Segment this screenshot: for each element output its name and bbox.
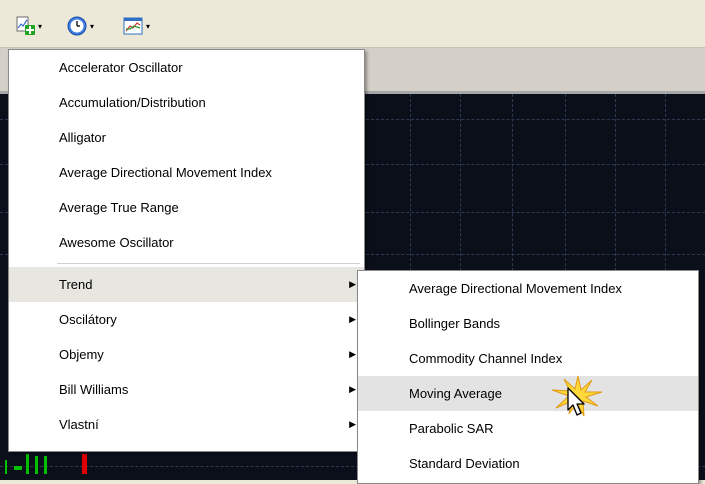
candle (14, 466, 22, 470)
menu-item-label: Accumulation/Distribution (59, 95, 206, 110)
menu-item-label: Accelerator Oscillator (59, 60, 183, 75)
menu-item-bill-williams[interactable]: Bill Williams ▶ (9, 372, 364, 407)
candle (44, 456, 47, 474)
menu-item-volumes[interactable]: Objemy ▶ (9, 337, 364, 372)
menu-item-label: Oscilátory (59, 312, 117, 327)
menu-item-label: Awesome Oscillator (59, 235, 174, 250)
menu-item-label: Parabolic SAR (409, 421, 494, 436)
submenu-item-standard-deviation[interactable]: Standard Deviation (358, 446, 698, 481)
candle (5, 460, 7, 474)
menu-item-label: Objemy (59, 347, 104, 362)
menu-item-custom[interactable]: Vlastní ▶ (9, 407, 364, 442)
chart-templates-icon (123, 17, 143, 35)
menu-item-trend[interactable]: Trend ▶ (9, 267, 364, 302)
submenu-arrow-icon: ▶ (349, 314, 356, 324)
candle (82, 454, 87, 474)
indicators-menu: Accelerator Oscillator Accumulation/Dist… (8, 49, 365, 452)
submenu-item-bollinger-bands[interactable]: Bollinger Bands (358, 306, 698, 341)
trend-submenu: Average Directional Movement Index Bolli… (357, 270, 699, 484)
mouse-pointer-icon (567, 387, 585, 416)
dropdown-arrow: ▾ (146, 21, 151, 31)
templates-button[interactable]: ▾ (122, 14, 150, 38)
menu-item-alligator[interactable]: Alligator (9, 120, 364, 155)
menu-item-average-true-range[interactable]: Average True Range (9, 190, 364, 225)
add-indicator-button[interactable]: ▾ (14, 14, 42, 38)
submenu-arrow-icon: ▶ (349, 349, 356, 359)
menu-item-label: Bill Williams (59, 382, 129, 397)
menu-item-oscillators[interactable]: Oscilátory ▶ (9, 302, 364, 337)
submenu-item-moving-average[interactable]: Moving Average (358, 376, 698, 411)
clock-icon (67, 16, 87, 36)
dropdown-arrow: ▾ (38, 21, 43, 31)
menu-item-awesome-oscillator[interactable]: Awesome Oscillator (9, 225, 364, 260)
add-indicator-icon (16, 16, 35, 35)
menu-item-label: Average Directional Movement Index (59, 165, 272, 180)
menu-item-label: Alligator (59, 130, 106, 145)
menu-separator (57, 263, 360, 264)
menu-item-label: Standard Deviation (409, 456, 520, 471)
submenu-item-parabolic-sar[interactable]: Parabolic SAR (358, 411, 698, 446)
submenu-item-commodity-channel-index[interactable]: Commodity Channel Index (358, 341, 698, 376)
menu-item-label: Commodity Channel Index (409, 351, 563, 366)
candle (26, 454, 29, 474)
menu-item-label: Bollinger Bands (409, 316, 501, 331)
menu-item-accelerator-oscillator[interactable]: Accelerator Oscillator (9, 50, 364, 85)
menu-item-label: Trend (59, 277, 93, 292)
menu-item-average-directional-movement-index[interactable]: Average Directional Movement Index (9, 155, 364, 190)
submenu-arrow-icon: ▶ (349, 279, 356, 289)
menu-item-label: Moving Average (409, 386, 502, 401)
submenu-arrow-icon: ▶ (349, 384, 356, 394)
submenu-arrow-icon: ▶ (349, 419, 356, 429)
menu-item-label: Average True Range (59, 200, 179, 215)
submenu-item-adx[interactable]: Average Directional Movement Index (358, 271, 698, 306)
menu-item-label: Average Directional Movement Index (409, 281, 622, 296)
toolbar: ▾ ▾ ▾ (0, 0, 705, 48)
periods-button[interactable]: ▾ (66, 14, 94, 38)
menu-item-label: Vlastní (59, 417, 99, 432)
candle (35, 456, 38, 474)
menu-item-accumulation-distribution[interactable]: Accumulation/Distribution (9, 85, 364, 120)
dropdown-arrow: ▾ (90, 21, 95, 31)
